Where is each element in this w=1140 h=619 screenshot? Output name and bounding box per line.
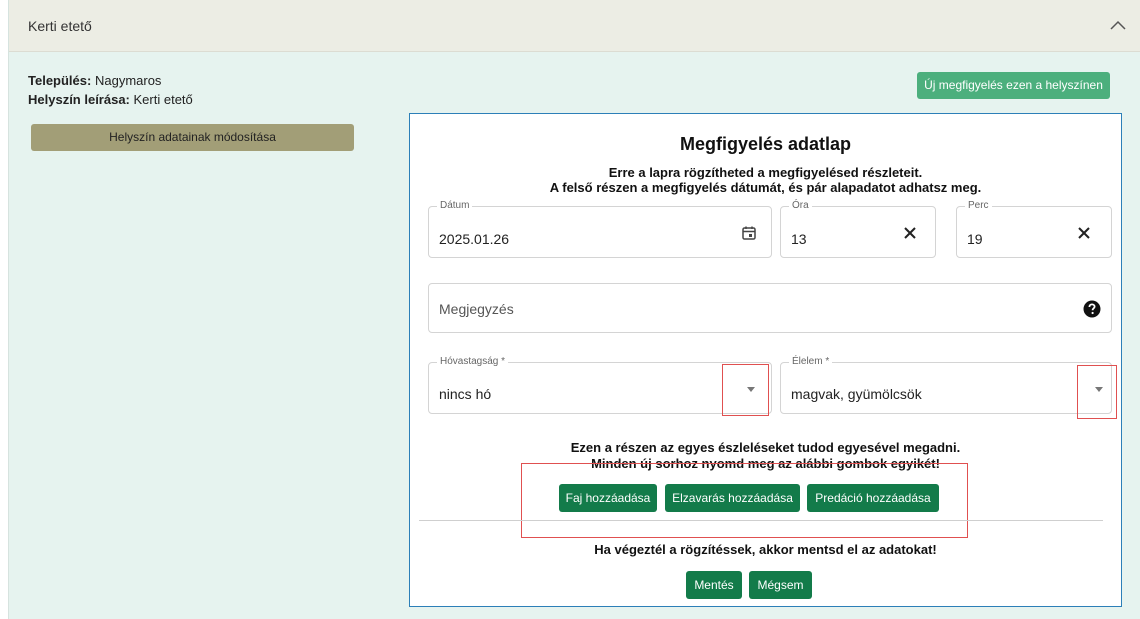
save-instructions: Ha végeztél a rögzítéssek, akkor mentsd … — [594, 542, 937, 557]
date-field[interactable]: Dátum 2025.01.26 — [428, 200, 772, 258]
panel-title: Kerti etető — [28, 18, 92, 34]
date-label: Dátum — [437, 200, 473, 211]
minute-label: Perc — [965, 200, 992, 211]
divider — [419, 520, 1103, 521]
form-subtitle: Erre a lapra rögzítheted a megfigyelésed… — [410, 165, 1121, 195]
new-observation-button[interactable]: Új megfigyelés ezen a helyszínen — [917, 72, 1110, 99]
snow-depth-value: nincs hó — [439, 386, 492, 402]
form-subtitle-line-2: A felső részen a megfigyelés dátumát, és… — [549, 180, 982, 195]
food-label: Élelem * — [789, 356, 833, 367]
food-select[interactable]: Élelem * magvak, gyümölcsök — [780, 356, 1112, 414]
description-label: Helyszín leírása: — [28, 92, 130, 107]
minute-field[interactable]: Perc 19 — [956, 200, 1112, 258]
hour-field[interactable]: Óra 13 — [780, 200, 936, 258]
form-subtitle-line-1: Erre a lapra rögzítheted a megfigyelésed… — [608, 165, 923, 180]
food-value: magvak, gyümölcsök — [791, 386, 922, 402]
help-icon[interactable] — [1083, 300, 1101, 318]
chevron-up-icon[interactable] — [1109, 18, 1127, 32]
panel-header[interactable]: Kerti etető — [9, 0, 1140, 52]
highlight-box — [521, 463, 968, 538]
save-button[interactable]: Mentés — [686, 571, 742, 599]
note-placeholder: Megjegyzés — [439, 301, 514, 317]
location-info: Település: Nagymaros Helyszín leírása: K… — [28, 71, 193, 109]
town-label: Település: — [28, 73, 92, 88]
cancel-button[interactable]: Mégsem — [749, 571, 812, 599]
hour-value: 13 — [791, 231, 807, 247]
snow-depth-label: Hóvastagság * — [437, 356, 509, 367]
form-title: Megfigyelés adatlap — [679, 134, 852, 154]
minute-value: 19 — [967, 231, 983, 247]
highlight-box — [1077, 365, 1117, 419]
detail-text-line-1: Ezen a részen az egyes észleléseket tudo… — [570, 440, 961, 455]
hour-label: Óra — [789, 200, 812, 211]
observation-form: Megfigyelés adatlap Erre a lapra rögzíth… — [409, 113, 1122, 607]
clear-minute-icon[interactable] — [1077, 226, 1091, 240]
date-value: 2025.01.26 — [439, 231, 510, 247]
calendar-icon[interactable] — [741, 225, 757, 241]
edit-location-button[interactable]: Helyszín adatainak módosítása — [31, 124, 354, 151]
location-panel: Kerti etető Település: Nagymaros Helyszí… — [8, 0, 1140, 619]
highlight-box — [722, 364, 769, 416]
clear-hour-icon[interactable] — [903, 226, 917, 240]
description-value: Kerti etető — [133, 92, 193, 107]
town-value: Nagymaros — [94, 73, 162, 88]
snow-depth-select[interactable]: Hóvastagság * nincs hó — [428, 356, 772, 414]
note-field[interactable]: Megjegyzés — [428, 283, 1112, 333]
